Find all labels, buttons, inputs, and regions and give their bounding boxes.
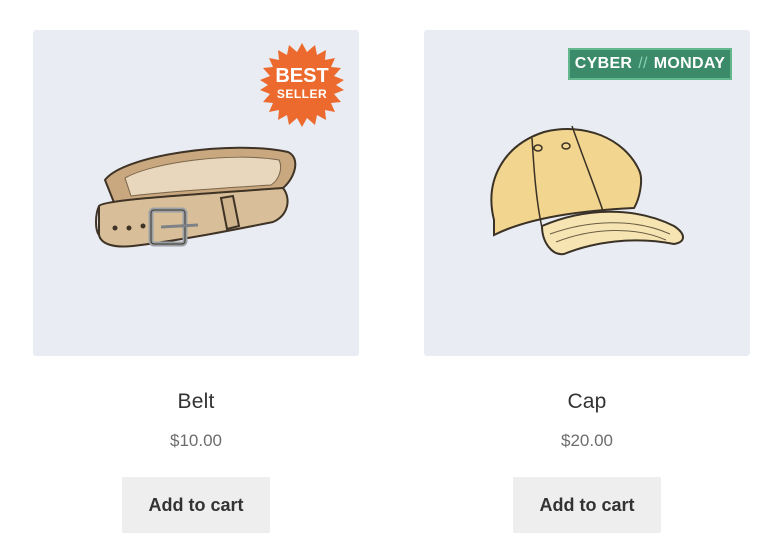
badge-text-monday: MONDAY [653,55,726,72]
badge-text-cyber: CYBER [574,55,633,72]
badge-text-best: BEST [275,65,329,87]
cyber-monday-badge: CYBER // MONDAY [568,48,732,80]
product-title[interactable]: Belt [33,390,359,414]
product-card-cap: CYBER // MONDAY Cap $20.00 Add to cart [424,30,750,533]
add-to-cart-button[interactable]: Add to cart [122,477,270,533]
badge-separator: // [638,55,648,72]
badge-text-seller: SELLER [276,87,328,101]
product-thumbnail-cap[interactable]: CYBER // MONDAY [424,30,750,356]
product-price: $10.00 [170,431,222,450]
add-to-cart-button[interactable]: Add to cart [513,477,661,533]
product-card-belt: BEST SELLER Belt $10.00 Add to cart [33,30,359,533]
best-seller-badge: BEST SELLER [260,43,344,127]
product-price: $20.00 [561,431,613,450]
product-title[interactable]: Cap [424,390,750,414]
product-thumbnail-belt[interactable]: BEST SELLER [33,30,359,356]
